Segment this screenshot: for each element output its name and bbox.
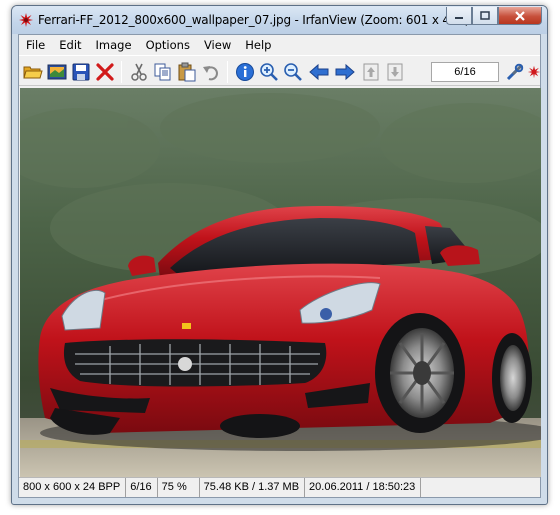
irfanview-logo-icon (19, 13, 33, 27)
maximize-icon (480, 11, 490, 20)
status-index: 6/16 (126, 478, 158, 497)
settings-icon (506, 63, 524, 81)
caption-buttons (446, 7, 542, 26)
toolbar-separator (121, 61, 122, 83)
window-title: Ferrari-FF_2012_800x600_wallpaper_07.jpg… (38, 13, 470, 27)
zoom-in-icon (260, 63, 278, 81)
status-bar: 800 x 600 x 24 BPP 6/16 75 % 75.48 KB / … (19, 477, 540, 497)
first-page-button[interactable] (360, 61, 382, 83)
open-button[interactable] (22, 61, 44, 83)
status-dimensions: 800 x 600 x 24 BPP (19, 478, 127, 497)
zoom-out-button[interactable] (282, 61, 304, 83)
cut-button[interactable] (128, 61, 150, 83)
save-icon (72, 63, 90, 81)
status-filesize: 75.48 KB / 1.37 MB (200, 478, 306, 497)
title-bar[interactable]: Ferrari-FF_2012_800x600_wallpaper_07.jpg… (12, 6, 547, 34)
zoom-in-button[interactable] (258, 61, 280, 83)
status-datetime: 20.06.2011 / 18:50:23 (305, 478, 422, 497)
undo-icon (203, 66, 218, 81)
menu-options[interactable]: Options (139, 35, 197, 55)
irfanview-icon (527, 65, 541, 79)
last-page-button[interactable] (384, 61, 406, 83)
paste-button[interactable] (176, 61, 198, 83)
image-viewport[interactable] (20, 88, 541, 477)
menu-bar: File Edit Image Options View Help (19, 35, 540, 55)
menu-edit[interactable]: Edit (52, 35, 88, 55)
menu-file[interactable]: File (19, 35, 52, 55)
next-button[interactable] (334, 61, 356, 83)
copy-button[interactable] (152, 61, 174, 83)
copy-icon (154, 63, 171, 81)
slideshow-button[interactable] (46, 61, 68, 83)
info-icon (236, 63, 254, 81)
paste-icon (178, 62, 196, 82)
irfanview-window: Ferrari-FF_2012_800x600_wallpaper_07.jpg… (11, 5, 548, 505)
close-icon (515, 10, 525, 21)
client-area: File Edit Image Options View Help 6/16 8… (18, 34, 541, 498)
delete-button[interactable] (94, 61, 116, 83)
page-indicator: 6/16 (431, 62, 499, 82)
undo-button[interactable] (200, 61, 222, 83)
maximize-button[interactable] (472, 7, 498, 25)
next-icon (335, 63, 355, 81)
toolbar: 6/16 (19, 55, 541, 86)
settings-button[interactable] (504, 61, 526, 83)
menu-image[interactable]: Image (89, 35, 139, 55)
info-button[interactable] (234, 61, 256, 83)
menu-help[interactable]: Help (238, 35, 278, 55)
previous-icon (309, 63, 329, 81)
open-icon (23, 66, 43, 79)
menu-view[interactable]: View (197, 35, 238, 55)
cut-icon (131, 63, 147, 81)
toolbar-separator (227, 61, 228, 83)
minimize-button[interactable] (446, 7, 472, 25)
irfanview-button[interactable] (527, 61, 541, 83)
slideshow-icon (47, 64, 67, 80)
minimize-icon (455, 16, 463, 19)
close-button[interactable] (498, 7, 542, 25)
first-page-icon (363, 63, 379, 81)
red-car-photo (20, 88, 541, 477)
zoom-out-icon (284, 63, 302, 81)
previous-button[interactable] (308, 61, 330, 83)
last-page-icon (387, 63, 403, 81)
delete-icon (96, 63, 114, 81)
save-button[interactable] (70, 61, 92, 83)
status-zoom: 75 % (158, 478, 200, 497)
